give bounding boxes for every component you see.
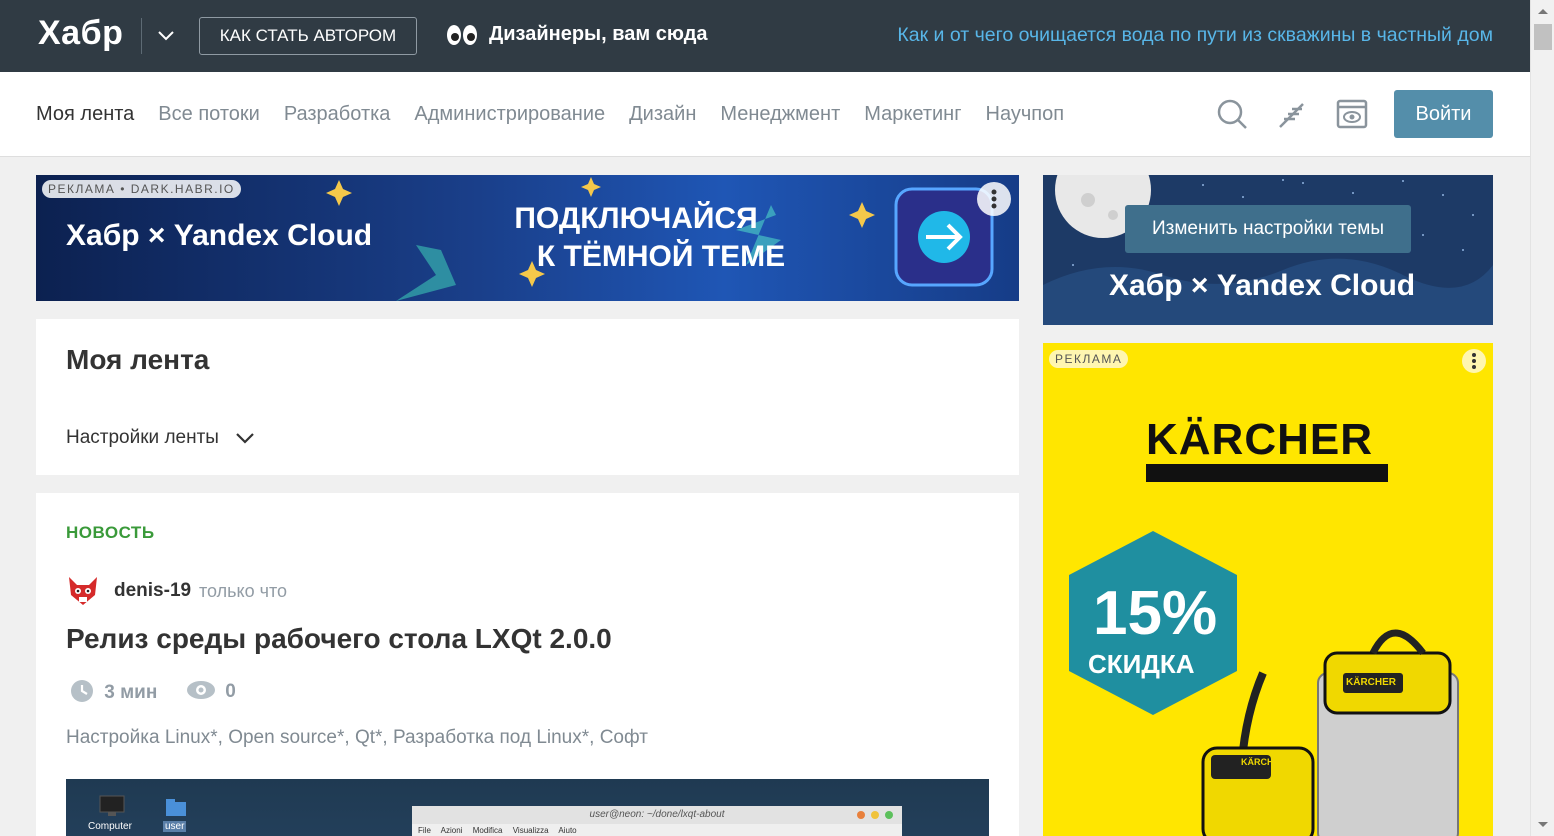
top-article-link[interactable]: Как и от чего очищается вода по пути из … — [897, 24, 1493, 47]
chevron-down-icon[interactable] — [155, 24, 177, 46]
window-title: user@neon: ~/done/lxqt-about — [412, 806, 902, 824]
desktop-icon-label: Computer — [88, 821, 132, 832]
more-vertical-icon — [1472, 353, 1476, 369]
page-title: Моя лента — [66, 344, 210, 375]
views-count: 0 — [186, 679, 236, 703]
sidebar-brand: Хабр × Yandex Cloud — [1109, 269, 1416, 302]
feed-settings-label: Настройки ленты — [66, 427, 219, 448]
ad-label: РЕКЛАМА • DARK.HABR.IO — [42, 180, 241, 198]
hub-link[interactable]: Разработка под Linux* — [393, 727, 589, 748]
banner-brand: Хабр × Yandex Cloud — [66, 219, 373, 252]
nav-tabs: Моя лента Все потоки Разработка Админист… — [36, 103, 1088, 126]
karcher-ad[interactable]: РЕКЛАМА KÄRCHER 15% СКИДКА KÄRCHER KÄRCH… — [1043, 343, 1493, 836]
publish-time: только что — [199, 581, 288, 601]
article-title[interactable]: Релиз среды рабочего стола LXQt 2.0.0 — [66, 623, 612, 655]
habr-logo[interactable]: Хабр — [38, 14, 123, 53]
menu-item: Azioni — [440, 826, 463, 835]
menu-item: Aiuto — [558, 826, 577, 835]
ad-menu-button[interactable] — [977, 182, 1011, 216]
desktop-icon-label: user — [163, 821, 187, 832]
search-icon[interactable] — [1215, 97, 1249, 131]
product-label: KÄRCHER — [1241, 757, 1286, 767]
terminal-window: user@neon: ~/done/lxqt-about File Azioni… — [412, 806, 902, 836]
top-bar: Хабр КАК СТАТЬ АВТОРОМ Дизайнеры, вам сю… — [0, 0, 1530, 72]
scroll-up-arrow-icon[interactable] — [1531, 4, 1554, 18]
discount-label: СКИДКА — [1088, 649, 1195, 679]
how-to-become-author-button[interactable]: КАК СТАТЬ АВТОРОМ — [199, 17, 417, 55]
news-tag[interactable]: НОВОСТЬ — [66, 523, 155, 543]
login-button[interactable]: Войти — [1394, 90, 1493, 138]
reading-time: 3 мин — [70, 679, 157, 704]
author-avatar[interactable] — [66, 573, 100, 607]
home-folder-icon — [166, 799, 186, 816]
designers-promo-link[interactable]: Дизайнеры, вам сюда — [489, 23, 708, 46]
tab-development[interactable]: Разработка — [284, 103, 391, 126]
reading-time-value: 3 мин — [104, 682, 158, 703]
tab-popsci[interactable]: Научпоп — [986, 103, 1065, 126]
feed-settings-toggle[interactable]: Настройки ленты — [66, 427, 256, 449]
logo-divider — [141, 18, 142, 54]
tab-all-streams[interactable]: Все потоки — [158, 103, 260, 126]
page-scrollbar[interactable] — [1530, 0, 1554, 836]
dark-theme-banner-ad[interactable]: РЕКЛАМА • DARK.HABR.IO Хабр × Yandex Clo… — [36, 175, 1019, 301]
hub-link[interactable]: Софт — [600, 727, 648, 748]
eyes-emoji-icon — [447, 25, 477, 45]
karcher-logo-bar — [1146, 464, 1388, 482]
banner-title: ПОДКЛЮЧАЙСЯ К ТЁМНОЙ ТЕМЕ — [436, 200, 836, 276]
karcher-logo: KÄRCHER — [1146, 415, 1373, 464]
tab-design[interactable]: Дизайн — [629, 103, 696, 126]
menu-item: File — [418, 826, 431, 835]
write-article-icon[interactable] — [1275, 97, 1309, 131]
author-name[interactable]: denis-19 — [114, 580, 191, 602]
product-label: KÄRCHER — [1346, 677, 1396, 688]
scroll-down-arrow-icon[interactable] — [1531, 818, 1554, 832]
theme-settings-ad: Изменить настройки темы Хабр × Yandex Cl… — [1043, 175, 1493, 325]
hub-link[interactable]: Настройка Linux* — [66, 727, 218, 748]
change-theme-settings-button[interactable]: Изменить настройки темы — [1125, 205, 1411, 253]
banner-title-line1: ПОДКЛЮЧАЙСЯ — [514, 202, 758, 235]
discount-value: 15% — [1093, 579, 1218, 648]
tab-my-feed[interactable]: Моя лента — [36, 103, 134, 126]
menu-item: Modifica — [472, 826, 503, 835]
scrollbar-thumb[interactable] — [1534, 24, 1552, 50]
chevron-down-icon — [236, 433, 255, 444]
hub-link[interactable]: Open source* — [228, 727, 344, 748]
monitor-icon — [99, 795, 125, 816]
article-cover-image[interactable]: Computer user user@neon: ~/done/lxqt-abo… — [66, 779, 989, 836]
theme-view-icon[interactable] — [1335, 97, 1369, 131]
window-controls — [857, 811, 893, 819]
hub-link[interactable]: Qt* — [355, 727, 382, 748]
ad-menu-button[interactable] — [1462, 349, 1486, 373]
menu-item: Visualizza — [512, 826, 549, 835]
clock-icon — [71, 680, 93, 702]
feed-header-card: Моя лента Настройки ленты — [36, 319, 1019, 475]
views-value: 0 — [225, 681, 236, 702]
article-card: НОВОСТЬ denis-19 только что Релиз среды … — [36, 493, 1019, 836]
nav-bar: Моя лента Все потоки Разработка Админист… — [0, 72, 1530, 157]
banner-title-line2: К ТЁМНОЙ ТЕМЕ — [536, 240, 786, 273]
more-vertical-icon — [991, 189, 997, 209]
tab-administration[interactable]: Администрирование — [414, 103, 605, 126]
hub-list: Настройка Linux*, Open source*, Qt*, Раз… — [66, 727, 648, 748]
tab-management[interactable]: Менеджмент — [720, 103, 840, 126]
tab-marketing[interactable]: Маркетинг — [864, 103, 961, 126]
eye-icon — [187, 681, 215, 699]
ad-label: РЕКЛАМА — [1049, 350, 1129, 368]
window-menubar: File Azioni Modifica Visualizza Aiuto — [412, 824, 902, 836]
